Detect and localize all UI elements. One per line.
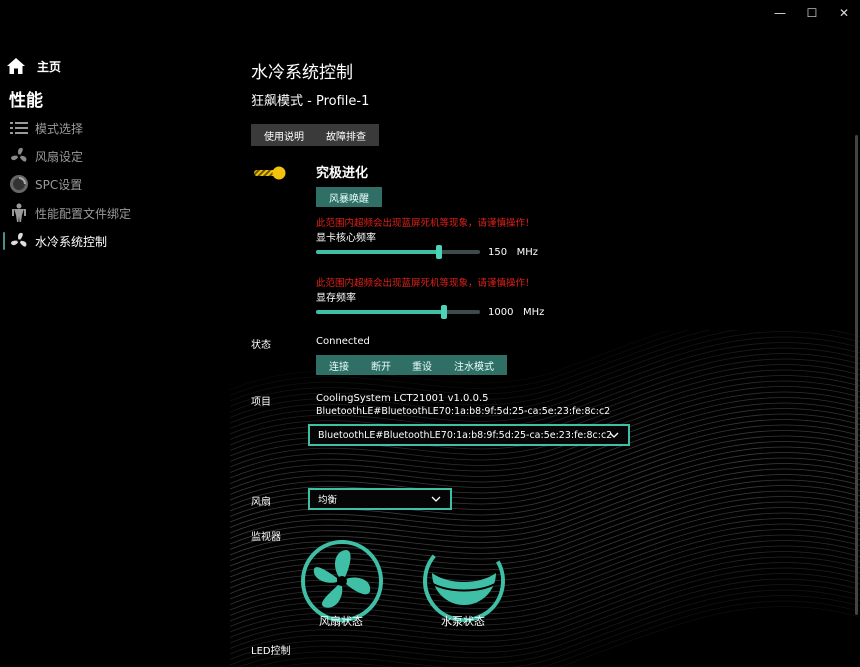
fan-status-gauge: [299, 538, 385, 624]
minimize-button[interactable]: —: [764, 2, 796, 24]
led-control-label: LED控制: [251, 646, 291, 657]
project-device-id: BluetoothLE#BluetoothLE70:1a:b8:9f:5d:25…: [316, 406, 611, 417]
vram-value: 1000 MHz: [488, 307, 545, 318]
status-label: 状态: [251, 340, 271, 351]
gpu-value: 150 MHz: [488, 247, 539, 258]
sidebar-item-label: 水冷系统控制: [35, 234, 108, 249]
sidebar-item-label: SPC设置: [35, 177, 83, 192]
reset-button[interactable]: 重设: [399, 355, 445, 375]
list-icon: [8, 117, 30, 139]
project-label: 项目: [251, 397, 271, 408]
water-level-icon: [432, 573, 496, 605]
sidebar-item-label: 风扇设定: [35, 149, 84, 164]
scrollbar[interactable]: [855, 135, 858, 615]
slider-fill: [316, 310, 444, 314]
slider-thumb[interactable]: [436, 245, 442, 259]
monitor-label: 监视器: [251, 532, 281, 543]
fill-mode-button[interactable]: 注水模式: [441, 355, 507, 375]
fan-icon: [8, 230, 30, 252]
home-nav[interactable]: 主页: [6, 57, 61, 75]
sidebar-item-label: 性能配置文件绑定: [35, 206, 132, 221]
vram-warning: 此范围内超频会出现蓝屏死机等现象，请谨慎操作！: [316, 278, 535, 289]
gpu-label: 显卡核心频率: [316, 233, 376, 244]
active-indicator: [3, 232, 5, 250]
gpu-warning: 此范围内超频会出现蓝屏死机等现象，请谨慎操作！: [316, 218, 535, 229]
fan-mode-select[interactable]: 均衡: [308, 488, 452, 510]
slider-fill: [316, 250, 439, 254]
disc-icon: [8, 173, 30, 195]
figure-icon: [8, 202, 30, 224]
sidebar-item-label: 模式选择: [35, 121, 84, 136]
disconnect-button[interactable]: 断开: [358, 355, 404, 375]
fan-status-label: 风扇状态: [319, 615, 363, 628]
device-select-value: BluetoothLE#BluetoothLE70:1a:b8:9f:5d:25…: [318, 429, 613, 441]
home-label: 主页: [37, 59, 62, 74]
sidebar-item-fan-settings[interactable]: 风扇设定: [8, 143, 83, 169]
pump-status-gauge: [421, 538, 507, 624]
maximize-button[interactable]: ☐: [796, 2, 828, 24]
vram-label: 显存频率: [316, 293, 356, 304]
toggle-label: 究极进化: [316, 166, 369, 181]
evolution-toggle[interactable]: [253, 165, 287, 180]
gpu-core-slider[interactable]: [316, 245, 480, 259]
fan-label: 风扇: [251, 497, 271, 508]
home-icon: [7, 58, 25, 74]
chevron-down-icon: [431, 496, 441, 502]
device-select[interactable]: BluetoothLE#BluetoothLE70:1a:b8:9f:5d:25…: [308, 424, 630, 446]
storm-wake-button[interactable]: 风暴唤醒: [316, 187, 382, 207]
project-version: CoolingSystem LCT21001 v1.0.0.5: [316, 393, 489, 404]
slider-thumb[interactable]: [441, 305, 447, 319]
page-title: 水冷系统控制: [251, 63, 353, 83]
pump-status-label: 水泵状态: [441, 615, 485, 628]
fan-mode-value: 均衡: [318, 495, 338, 506]
close-button[interactable]: ✕: [828, 2, 860, 24]
section-title: 性能: [9, 91, 43, 111]
window-controls: — ☐ ✕: [764, 2, 860, 24]
fan-icon: [8, 145, 30, 167]
sidebar-item-water-cooling[interactable]: 水冷系统控制: [8, 228, 107, 254]
manual-button[interactable]: 使用说明: [251, 124, 317, 146]
troubleshoot-button[interactable]: 故障排查: [313, 124, 379, 146]
vram-slider[interactable]: [316, 305, 480, 319]
sidebar-item-mode-select[interactable]: 模式选择: [8, 115, 83, 141]
status-value: Connected: [316, 336, 370, 347]
page-subtitle: 狂飙模式 - Profile-1: [251, 94, 370, 109]
sidebar-item-profile-binding[interactable]: 性能配置文件绑定: [8, 200, 131, 226]
sidebar-item-spc[interactable]: SPC设置: [8, 171, 82, 197]
connect-button[interactable]: 连接: [316, 355, 362, 375]
chevron-down-icon: [609, 432, 619, 438]
